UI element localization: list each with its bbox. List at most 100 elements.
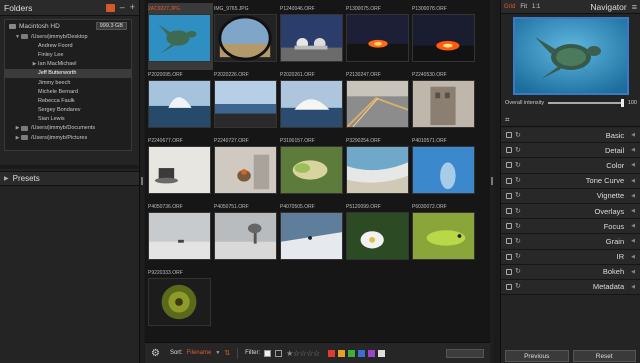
color-label-filter[interactable] (327, 349, 335, 357)
intensity-slider[interactable]: Overall intensity 100 (505, 98, 637, 108)
thumbnail-image[interactable] (280, 80, 343, 128)
flag-pick-icon[interactable] (264, 349, 272, 357)
rating-filter[interactable]: ★☆☆☆☆ (286, 349, 320, 358)
crop-icon[interactable]: ⌗ (505, 115, 510, 125)
expand-triangle-icon[interactable]: ◀ (631, 162, 635, 168)
thumbnail-image[interactable] (214, 80, 277, 128)
reset-icon[interactable]: ↻ (515, 238, 521, 245)
expand-triangle-icon[interactable]: ◀ (631, 269, 635, 275)
expand-triangle-icon[interactable]: ▶ (31, 61, 38, 67)
reset-button[interactable]: Reset (572, 350, 636, 362)
thumbnail-image[interactable] (214, 14, 277, 62)
folder-item[interactable]: Andrew Foord (5, 41, 131, 50)
folder-item[interactable]: Finley Lee (5, 50, 131, 59)
reset-icon[interactable]: ↻ (515, 208, 521, 215)
thumbnail-item[interactable]: P1300075.ORF (346, 3, 411, 70)
toggle-icon[interactable] (506, 253, 512, 260)
adjustment-section[interactable]: ↻ Metadata ◀ (501, 279, 640, 296)
menu-icon[interactable]: ≡ (632, 2, 637, 12)
expand-triangle-icon[interactable]: ▶ (14, 125, 21, 131)
color-label-filter[interactable] (367, 349, 375, 357)
thumbnail-image[interactable] (412, 80, 475, 128)
thumbnail-item[interactable]: P1240046.ORF (280, 3, 345, 70)
folder-item[interactable]: ▶ /Users/jimmyb/Documents (5, 124, 131, 133)
toggle-icon[interactable] (506, 147, 512, 154)
thumbnail-image[interactable] (214, 212, 277, 260)
thumbnail-item[interactable]: P4070505.ORF (280, 201, 345, 268)
toggle-icon[interactable] (506, 238, 512, 245)
reset-icon[interactable]: ↻ (515, 268, 521, 275)
thumbnail-item[interactable]: P2020261.ORF (280, 69, 345, 136)
slider-knob[interactable] (620, 99, 624, 107)
navigator-preview[interactable] (513, 17, 629, 95)
mode-grid[interactable]: Grid (504, 4, 515, 10)
reset-icon[interactable]: ↻ (515, 253, 521, 260)
folder-item[interactable]: ▶ /Users/jimmyb/Pictures (5, 133, 131, 142)
expand-triangle-icon[interactable]: ◀ (631, 208, 635, 214)
color-label-filter[interactable] (337, 349, 345, 357)
folder-add-icon[interactable] (105, 3, 115, 12)
folder-item[interactable]: Sian Lewis (5, 115, 131, 124)
toggle-icon[interactable] (506, 132, 512, 139)
expand-triangle-icon[interactable]: ◀ (631, 284, 635, 290)
thumbnail-item[interactable]: P2130247.ORF (346, 69, 411, 136)
toggle-icon[interactable] (506, 208, 512, 215)
thumbnail-image[interactable] (214, 146, 277, 194)
previous-button[interactable]: Previous (505, 350, 569, 362)
thumbnail-item[interactable]: P4010571.ORF (412, 135, 477, 202)
folder-item[interactable]: ▼ /Users/jimmyb/Desktop (5, 32, 131, 41)
toggle-icon[interactable] (506, 223, 512, 230)
chevron-down-icon[interactable]: ▼ (215, 350, 220, 356)
expand-triangle-icon[interactable]: ▶ (14, 135, 21, 141)
adjustment-section[interactable]: ↻ Color ◀ (501, 158, 640, 174)
thumbnail-item[interactable]: P2240530.ORF (412, 69, 477, 136)
folder-item[interactable]: Jimmy beech (5, 78, 131, 87)
thumbnail-image[interactable] (346, 146, 409, 194)
thumbnail-item[interactable]: P2020095.ORF (148, 69, 213, 136)
toggle-icon[interactable] (506, 162, 512, 169)
thumbnail-item[interactable]: P2240727.ORF (214, 135, 279, 202)
expand-triangle-icon[interactable]: ◀ (631, 132, 635, 138)
left-divider[interactable] (140, 0, 144, 363)
thumbnail-item[interactable]: P1300078.ORF (412, 3, 477, 70)
thumbnail-item[interactable]: IMG_9765.JPG (214, 3, 279, 70)
volume-row[interactable]: Macintosh HD 999.3 GB (5, 20, 131, 32)
thumbnail-item[interactable]: P6030072.ORF (412, 201, 477, 268)
adjustment-section[interactable]: ↻ Basic ◀ (501, 128, 640, 144)
expand-triangle-icon[interactable]: ◀ (631, 238, 635, 244)
adjustment-section[interactable]: ↻ Overlays ◀ (501, 203, 640, 220)
thumbnail-image[interactable] (280, 146, 343, 194)
reset-icon[interactable]: ↻ (515, 147, 521, 154)
folder-item[interactable]: Rebecca Faulk (5, 96, 131, 105)
thumbnail-item[interactable]: P3290254.ORF (346, 135, 411, 202)
thumbnail-image[interactable] (346, 14, 409, 62)
sort-dropdown[interactable]: Filename (187, 350, 212, 356)
expand-triangle-icon[interactable]: ◀ (631, 178, 635, 184)
thumbnail-item[interactable]: P2240677.ORF (148, 135, 213, 202)
expand-triangle-icon[interactable]: ◀ (631, 223, 635, 229)
expand-triangle-icon[interactable]: ◀ (631, 193, 635, 199)
adjustment-section[interactable]: ↻ Bokeh ◀ (501, 264, 640, 280)
mode-fit[interactable]: Fit (520, 4, 527, 10)
folder-item[interactable]: Jeff Butterworth (5, 68, 131, 78)
thumbnail-item[interactable]: P2020226.ORF (214, 69, 279, 136)
adjustment-section[interactable]: ↻ Focus ◀ (501, 219, 640, 235)
adjustment-section[interactable]: ↻ Vignette ◀ (501, 188, 640, 204)
color-label-filter[interactable] (357, 349, 365, 357)
thumbnail-item[interactable]: P4050751.ORF (214, 201, 279, 268)
color-label-filter[interactable] (377, 349, 385, 357)
thumbnail-image[interactable] (412, 146, 475, 194)
search-input[interactable] (446, 348, 484, 358)
thumbnail-item[interactable]: 2AC9227.JPG (148, 3, 213, 70)
toggle-icon[interactable] (506, 177, 512, 184)
thumbnail-image[interactable] (346, 212, 409, 260)
flag-reject-icon[interactable] (275, 349, 283, 357)
adjustment-section[interactable]: ↻ Tone Curve ◀ (501, 173, 640, 189)
right-divider[interactable] (490, 0, 494, 363)
thumbnail-image[interactable] (148, 146, 211, 194)
thumbnail-item[interactable]: P5120099.ORF (346, 201, 411, 268)
minus-icon[interactable]: – (120, 3, 125, 12)
reset-icon[interactable]: ↻ (515, 223, 521, 230)
reset-icon[interactable]: ↻ (515, 177, 521, 184)
toggle-icon[interactable] (506, 268, 512, 275)
